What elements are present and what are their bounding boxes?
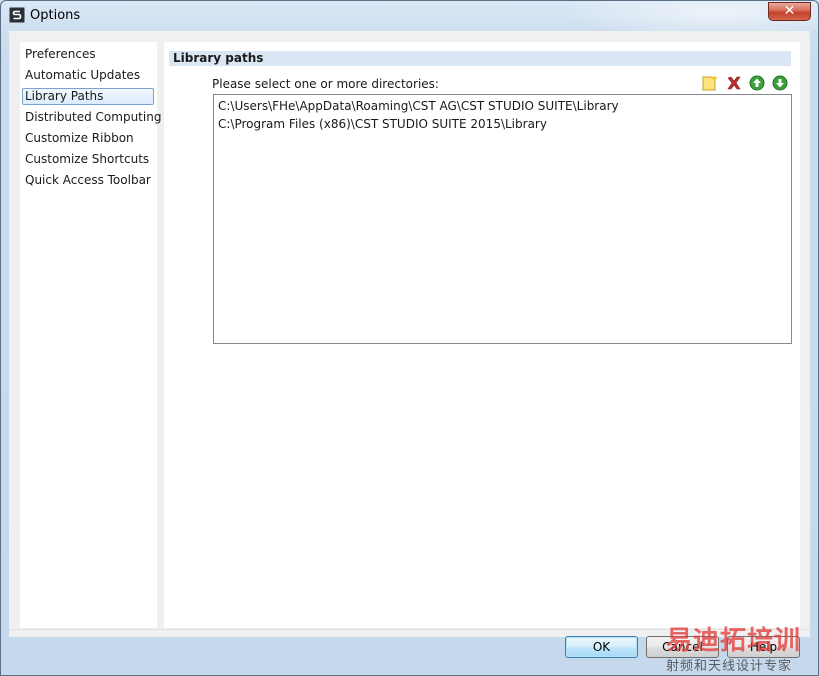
options-dialog: Options ✕ Preferences Automatic Updates … xyxy=(0,0,819,676)
sidebar-item-distributed-computing[interactable]: Distributed Computing xyxy=(22,109,161,126)
move-up-icon[interactable] xyxy=(748,74,766,92)
sidebar-item-quick-access-toolbar[interactable]: Quick Access Toolbar xyxy=(22,172,154,189)
window-title: Options xyxy=(30,8,81,23)
sidebar-item-library-paths[interactable]: Library Paths xyxy=(22,88,154,105)
move-down-icon[interactable] xyxy=(771,74,789,92)
library-paths-panel: Library paths Please select one or more … xyxy=(164,42,800,628)
list-item[interactable]: C:\Program Files (x86)\CST STUDIO SUITE … xyxy=(218,115,547,133)
library-paths-list[interactable]: C:\Users\FHe\AppData\Roaming\CST AG\CST … xyxy=(213,94,792,344)
sidebar-item-preferences[interactable]: Preferences xyxy=(22,46,154,63)
cst-app-icon xyxy=(9,7,25,23)
delete-icon[interactable] xyxy=(725,74,743,92)
dialog-client-area: Preferences Automatic Updates Library Pa… xyxy=(9,31,810,658)
close-button[interactable]: ✕ xyxy=(768,2,811,21)
help-button[interactable]: Help xyxy=(727,636,800,658)
options-category-list: Preferences Automatic Updates Library Pa… xyxy=(20,42,161,628)
section-title: Library paths xyxy=(169,51,791,66)
footer-divider xyxy=(9,629,810,630)
ok-button[interactable]: OK xyxy=(565,636,638,658)
list-item[interactable]: C:\Users\FHe\AppData\Roaming\CST AG\CST … xyxy=(218,97,619,115)
sidebar-item-automatic-updates[interactable]: Automatic Updates xyxy=(22,67,154,84)
instruction-label: Please select one or more directories: xyxy=(212,77,439,91)
sidebar-item-customize-shortcuts[interactable]: Customize Shortcuts xyxy=(22,151,154,168)
new-folder-icon[interactable] xyxy=(701,74,719,92)
title-bar[interactable]: Options ✕ xyxy=(1,1,818,31)
close-icon: ✕ xyxy=(783,3,796,19)
sidebar-item-customize-ribbon[interactable]: Customize Ribbon xyxy=(22,130,154,147)
cancel-button[interactable]: Cancel xyxy=(646,636,719,658)
